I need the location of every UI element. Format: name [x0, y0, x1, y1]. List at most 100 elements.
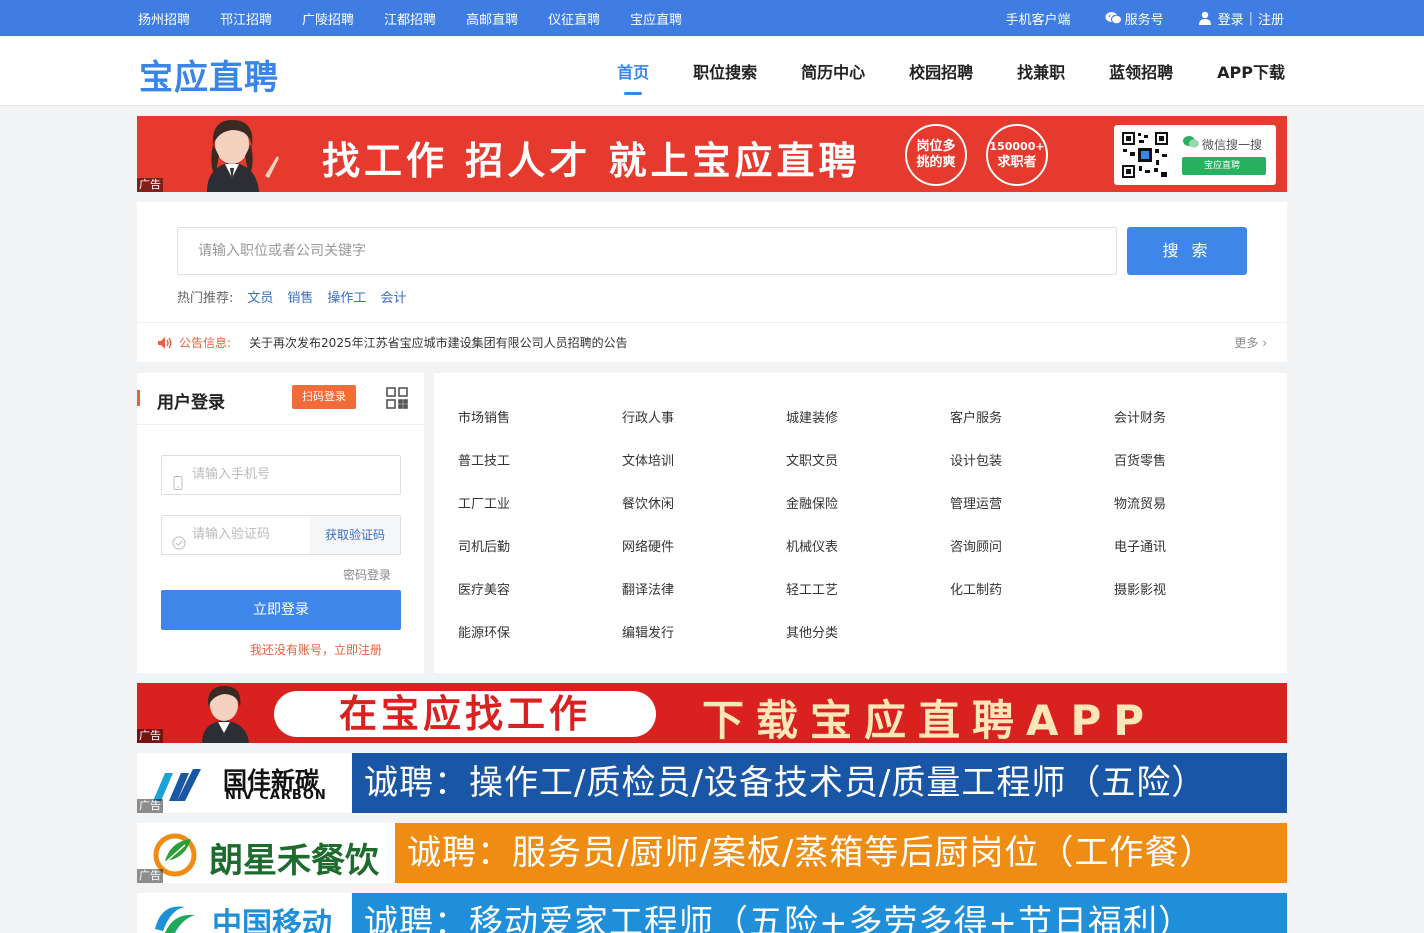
phone-input[interactable]: 请输入手机号	[161, 455, 401, 495]
nav-resume-center[interactable]: 简历中心	[801, 59, 865, 83]
header: 宝应直聘 首页 职位搜索 简历中心 校园招聘 找兼职 蓝领招聘 APP下载	[0, 36, 1424, 106]
category-link[interactable]: 物流贸易	[1114, 493, 1166, 512]
ad-tag: 广告	[137, 869, 163, 883]
nav-part-time[interactable]: 找兼职	[1017, 59, 1065, 83]
login-submit-button[interactable]: 立即登录	[161, 590, 401, 630]
city-link-hanjiang[interactable]: 邗江招聘	[220, 9, 272, 28]
category-link[interactable]: 文体培训	[622, 450, 674, 469]
login-register-links: 登录 | 注册	[1198, 9, 1284, 28]
notice-more-link[interactable]: 更多 ›	[1234, 334, 1267, 351]
job-categories: 市场销售 行政人事 城建装修 客户服务 会计财务普工技工 文体培训 文职文员 设计包装 百货零售…	[434, 373, 1287, 673]
category-link[interactable]: 设计包装	[950, 450, 1002, 469]
mobile-client-link[interactable]: 手机客户端	[1006, 9, 1071, 28]
city-link-gaoyou[interactable]: 高邮直聘	[466, 9, 518, 28]
ad-tag: 广告	[137, 729, 163, 743]
slogan-text: 找工作 招人才 就上宝应直聘	[322, 139, 861, 183]
hot-label: 热门推荐:	[177, 291, 234, 306]
company-logo: 国佳新碳 NIV CARBON	[137, 753, 352, 813]
search-button[interactable]: 搜 索	[1127, 227, 1247, 275]
code-placeholder: 请输入验证码	[192, 527, 271, 542]
city-link-guangling[interactable]: 广陵招聘	[302, 9, 354, 28]
city-link-baoying[interactable]: 宝应直聘	[630, 9, 682, 28]
shield-check-icon	[172, 528, 186, 550]
ad-banner-niv-carbon[interactable]: 国佳新碳 NIV CARBON 诚聘：操作工/质检员/设备技术员/质量工程师（五…	[137, 753, 1287, 813]
hot-keyword[interactable]: 销售	[287, 287, 313, 306]
register-link[interactable]: 注册	[1258, 9, 1284, 28]
qr-login-icon[interactable]	[385, 386, 409, 410]
category-link[interactable]: 行政人事	[622, 407, 674, 426]
category-link[interactable]: 工厂工业	[458, 493, 510, 512]
category-link[interactable]: 司机后勤	[458, 536, 510, 555]
title-accent-bar	[137, 390, 140, 406]
category-link[interactable]: 管理运营	[950, 493, 1002, 512]
notice-bar: 公告信息: 关于再次发布2025年江苏省宝应城市建设集团有限公司人员招聘的公告 …	[137, 322, 1287, 362]
category-link[interactable]: 金融保险	[786, 493, 838, 512]
wechat-search-tag: 宝应直聘	[1182, 157, 1266, 175]
recruit-text: 诚聘：操作工/质检员/设备技术员/质量工程师（五险）	[352, 753, 1287, 813]
category-link[interactable]: 市场销售	[458, 407, 510, 426]
category-link[interactable]: 城建装修	[786, 407, 838, 426]
china-mobile-logo-icon	[155, 906, 195, 933]
category-link[interactable]: 化工制药	[950, 579, 1002, 598]
top-bar-right: 手机客户端 服务号 登录 | 注册	[972, 0, 1284, 36]
ad-banner-app-download[interactable]: 在宝应找工作 下载宝应直聘APP 广告	[137, 683, 1287, 743]
company-logo: 朗星禾餐饮	[137, 823, 395, 883]
category-link[interactable]: 咨询顾问	[950, 536, 1002, 555]
nav-campus[interactable]: 校园招聘	[909, 59, 973, 83]
category-link[interactable]: 摄影影视	[1114, 579, 1166, 598]
wechat-qr-box: 微信搜一搜 宝应直聘	[1114, 125, 1276, 185]
site-logo[interactable]: 宝应直聘	[139, 50, 279, 99]
category-link[interactable]: 翻译法律	[622, 579, 674, 598]
category-link[interactable]: 医疗美容	[458, 579, 510, 598]
category-link[interactable]: 网络硬件	[622, 536, 674, 555]
nav-app-download[interactable]: APP下载	[1217, 59, 1285, 83]
city-links: 扬州招聘 邗江招聘 广陵招聘 江都招聘 高邮直聘 仪征直聘 宝应直聘	[138, 0, 712, 36]
login-header: 用户登录 扫码登录	[137, 373, 424, 425]
code-input[interactable]: 请输入验证码 获取验证码	[161, 515, 401, 555]
category-link[interactable]: 编辑发行	[622, 622, 674, 641]
get-code-button[interactable]: 获取验证码	[310, 516, 400, 554]
chevron-right-icon: ›	[1262, 336, 1267, 350]
user-icon	[1198, 11, 1214, 25]
model-image	[177, 683, 272, 743]
company-name-en: NIV CARBON	[225, 788, 327, 803]
city-link-yangzhou[interactable]: 扬州招聘	[138, 9, 190, 28]
city-link-yizheng[interactable]: 仪征直聘	[548, 9, 600, 28]
ad-banner-china-mobile[interactable]: 中国移动 诚聘：移动爱家工程师（五险+多劳多得+节日福利）	[137, 893, 1287, 933]
category-link[interactable]: 客户服务	[950, 407, 1002, 426]
category-link[interactable]: 会计财务	[1114, 407, 1166, 426]
category-link[interactable]: 餐饮休闲	[622, 493, 674, 512]
password-login-link[interactable]: 密码登录	[343, 566, 391, 583]
category-link[interactable]: 百货零售	[1114, 450, 1166, 469]
category-link[interactable]: 电子通讯	[1114, 536, 1166, 555]
category-link[interactable]: 文职文员	[786, 450, 838, 469]
login-link[interactable]: 登录	[1218, 9, 1244, 28]
qr-login-tag[interactable]: 扫码登录	[292, 385, 356, 409]
category-link[interactable]: 能源环保	[458, 622, 510, 641]
hot-keyword[interactable]: 操作工	[327, 287, 366, 306]
model-image	[177, 116, 287, 192]
hot-keyword[interactable]: 文员	[247, 287, 273, 306]
separator: |	[1248, 10, 1253, 26]
ad-banner-langxinghe[interactable]: 朗星禾餐饮 诚聘：服务员/厨师/案板/蒸箱等后厨岗位（工作餐） 广告	[137, 823, 1287, 883]
city-link-jiangdu[interactable]: 江都招聘	[384, 9, 436, 28]
search-input[interactable]: 请输入职位或者公司关键字	[177, 227, 1117, 275]
phone-icon	[172, 468, 184, 490]
ad-banner-slogan[interactable]: 找工作 招人才 就上宝应直聘 岗位多 挑的爽 150000+ 求职者 微信搜一搜 宝…	[137, 116, 1287, 192]
recruit-text: 诚聘：服务员/厨师/案板/蒸箱等后厨岗位（工作餐）	[395, 823, 1287, 883]
nav-job-search[interactable]: 职位搜索	[693, 59, 757, 83]
badge-more-jobs: 岗位多 挑的爽	[905, 124, 967, 186]
category-link[interactable]: 轻工工艺	[786, 579, 838, 598]
category-link[interactable]: 普工技工	[458, 450, 510, 469]
register-link[interactable]: 我还没有账号，立即注册	[250, 641, 382, 658]
hot-keyword[interactable]: 会计	[380, 287, 406, 306]
phone-placeholder: 请输入手机号	[192, 467, 271, 482]
category-link[interactable]: 机械仪表	[786, 536, 838, 555]
service-account-link[interactable]: 服务号	[1105, 9, 1164, 28]
main-nav: 首页 职位搜索 简历中心 校园招聘 找兼职 蓝领招聘 APP下载	[573, 36, 1285, 106]
more-label: 更多	[1234, 336, 1259, 350]
category-link[interactable]: 其他分类	[786, 622, 838, 641]
nav-blue-collar[interactable]: 蓝领招聘	[1109, 59, 1173, 83]
nav-home[interactable]: 首页	[617, 59, 649, 95]
notice-link[interactable]: 关于再次发布2025年江苏省宝应城市建设集团有限公司人员招聘的公告	[249, 334, 628, 351]
